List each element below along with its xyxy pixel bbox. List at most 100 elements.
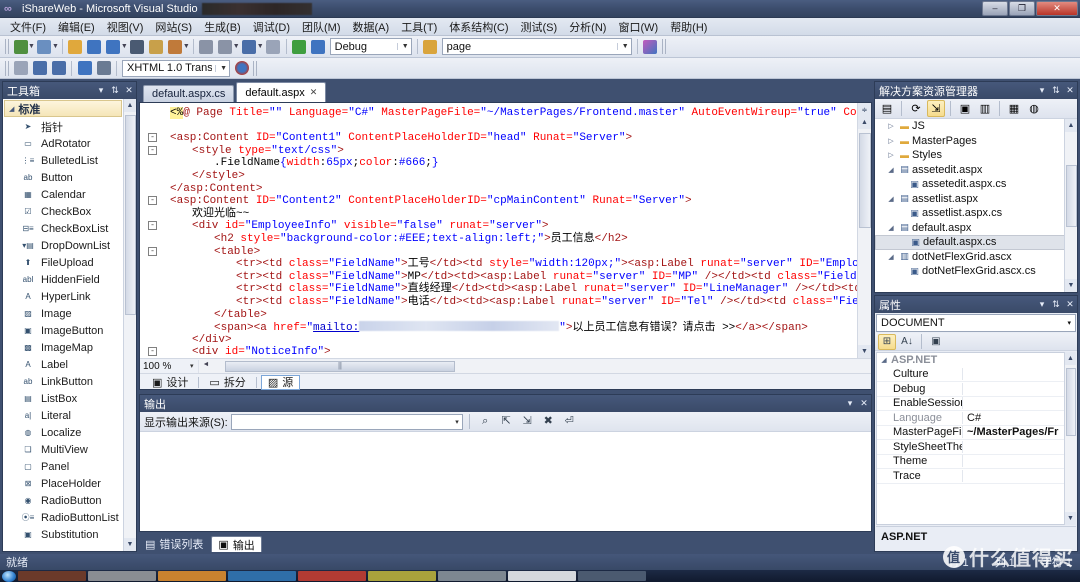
start-orb-icon[interactable] [2, 570, 16, 582]
toolbox-item-adrotator[interactable]: ▭ AdRotator [3, 135, 136, 152]
zoom-level-value[interactable]: 100 % [140, 361, 190, 372]
taskbar-item-5[interactable] [298, 571, 366, 581]
split-editor-icon[interactable]: ≑ [858, 103, 871, 116]
menu-item-7[interactable]: 数据(A) [347, 17, 396, 37]
property-pages-icon[interactable]: ▣ [927, 334, 945, 350]
expander-icon[interactable]: ◢ [885, 224, 897, 232]
scrollbar-thumb[interactable] [1066, 165, 1077, 227]
editor-horizontal-scrollbar[interactable]: ◄ [197, 359, 871, 373]
fold-toggle-icon[interactable]: - [148, 196, 157, 206]
scroll-up-icon[interactable]: ▲ [124, 99, 136, 112]
solution-configuration-combo[interactable]: Debug ▼ [329, 38, 412, 55]
toolbox-item-image[interactable]: ▨ Image [3, 305, 136, 322]
nest-related-files-icon[interactable]: ⇲ [927, 100, 945, 117]
view-in-browser-icon[interactable]: ◍ [1025, 100, 1043, 117]
menu-item-4[interactable]: 生成(B) [198, 17, 247, 37]
toolbar-grip[interactable] [5, 39, 9, 54]
toolbox-item-button[interactable]: ab Button [3, 169, 136, 186]
menu-item-5[interactable]: 调试(D) [247, 17, 296, 37]
validation-icon[interactable] [232, 59, 251, 77]
editor-view-tab-拆分[interactable]: ▭ 拆分 [203, 375, 251, 390]
editor-tab-0[interactable]: default.aspx.cs [143, 85, 235, 102]
toggle-word-wrap-icon[interactable]: ⏎ [560, 413, 579, 431]
source-code-text[interactable]: <%@ Page Title="" Language="C#" MasterPa… [140, 103, 857, 358]
toolbar-overflow[interactable] [253, 60, 257, 76]
taskbar-item-6[interactable] [368, 571, 436, 581]
menu-item-0[interactable]: 文件(F) [4, 17, 52, 37]
toolbox-item-radiobutton[interactable]: ◉ RadioButton [3, 492, 136, 509]
save-all-icon[interactable] [104, 38, 123, 56]
open-file-icon[interactable] [66, 38, 85, 56]
pin-icon[interactable]: ⇅ [1049, 85, 1063, 96]
property-row-Culture[interactable]: Culture [877, 368, 1075, 382]
toolbox-item-panel[interactable]: ▢ Panel [3, 458, 136, 475]
minimize-button[interactable]: – [982, 1, 1008, 16]
toolbox-item-substitution[interactable]: ▣ Substitution [3, 526, 136, 543]
editor-tab-1[interactable]: default.aspx ✕ [236, 82, 327, 102]
scroll-down-icon[interactable]: ▼ [1065, 512, 1076, 525]
properties-object-combo[interactable]: DOCUMENT ▾ [876, 314, 1076, 332]
solution-item-assetlist.aspx.cs[interactable]: ▣ assetlist.aspx.cs [875, 206, 1077, 221]
menu-item-8[interactable]: 工具(T) [395, 17, 443, 37]
solution-item-assetlist.aspx[interactable]: ◢ ▤ assetlist.aspx [875, 192, 1077, 207]
taskbar-item-9[interactable] [578, 571, 646, 581]
scroll-up-icon[interactable]: ▲ [1065, 119, 1077, 132]
solution-explorer-scrollbar[interactable]: ▲ ▼ [1064, 119, 1077, 292]
view-code-icon[interactable]: ▥ [976, 100, 994, 117]
scrollbar-thumb[interactable] [1066, 368, 1076, 436]
toggle-bookmark-icon[interactable] [75, 59, 94, 77]
toolbox-item-multiview[interactable]: ❏ MultiView [3, 441, 136, 458]
editor-view-tab-设计[interactable]: ▣ 设计 [146, 375, 194, 390]
start-without-debug-icon[interactable] [309, 38, 328, 56]
redo-icon[interactable] [216, 38, 235, 56]
expander-icon[interactable]: ▷ [885, 122, 897, 130]
cut-icon[interactable] [128, 38, 147, 56]
menu-item-11[interactable]: 分析(N) [563, 17, 612, 37]
solution-item-assetedit.aspx[interactable]: ◢ ▤ assetedit.aspx [875, 163, 1077, 178]
toolbox-item-fileupload[interactable]: ⬆ FileUpload [3, 254, 136, 271]
comment-icon[interactable] [264, 38, 283, 56]
start-debug-icon[interactable] [290, 38, 309, 56]
toolbox-item-dropdownlist[interactable]: ▾▤ DropDownList [3, 237, 136, 254]
toolbox-item-localize[interactable]: ◍ Localize [3, 424, 136, 441]
view-designer-icon[interactable]: ▦ [1005, 100, 1023, 117]
menu-item-10[interactable]: 测试(S) [515, 17, 564, 37]
close-icon[interactable]: ✕ [1063, 299, 1077, 310]
property-row-MasterPageFile[interactable]: MasterPageFile ~/MasterPages/Fr [877, 426, 1075, 440]
toolbar-overflow[interactable] [661, 39, 666, 54]
new-project-icon[interactable] [35, 38, 54, 56]
output-source-combo[interactable]: ▾ [230, 413, 463, 430]
scrollbar-thumb[interactable] [224, 360, 455, 372]
solution-item-dotNetFlexGrid.ascx.cs[interactable]: ▣ dotNetFlexGrid.ascx.cs [875, 264, 1077, 279]
properties-scrollbar[interactable]: ▲ ▼ [1064, 352, 1076, 525]
start-page-combo[interactable]: page ▼ [441, 38, 632, 55]
navigate-back-icon[interactable] [11, 38, 30, 56]
build-icon[interactable] [240, 38, 259, 56]
go-to-next-icon[interactable]: ⇲ [518, 413, 537, 431]
toolbox-item-hyperlink[interactable]: A HyperLink [3, 288, 136, 305]
toolbox-item-checkboxlist[interactable]: ⊟≡ CheckBoxList [3, 220, 136, 237]
scrollbar-thumb[interactable] [125, 115, 136, 315]
toolbox-item-radiobuttonlist[interactable]: ⦿≡ RadioButtonList [3, 509, 136, 526]
toolbox-scrollbar[interactable]: ▲ ▼ [123, 99, 136, 551]
go-to-previous-icon[interactable]: ⇱ [497, 413, 516, 431]
properties-window-icon[interactable]: ▤ [878, 100, 896, 117]
menu-item-2[interactable]: 视图(V) [101, 17, 150, 37]
fold-toggle-icon[interactable]: - [148, 133, 157, 143]
solution-item-default.aspx.cs[interactable]: ▣ default.aspx.cs [875, 235, 1077, 250]
menu-item-13[interactable]: 帮助(H) [664, 17, 713, 37]
menu-item-9[interactable]: 体系结构(C) [443, 17, 514, 37]
toolbox-item-literal[interactable]: a| Literal [3, 407, 136, 424]
fold-toggle-icon[interactable]: - [148, 347, 157, 357]
paste-icon[interactable] [166, 38, 185, 56]
solution-item-JS[interactable]: ▷ ▬ JS [875, 119, 1077, 134]
scroll-down-icon[interactable]: ▼ [1065, 279, 1077, 292]
menu-item-3[interactable]: 网站(S) [149, 17, 198, 37]
editor-view-tab-源[interactable]: ▨ 源 [260, 374, 301, 390]
menu-item-6[interactable]: 团队(M) [296, 17, 347, 37]
close-icon[interactable]: ✕ [857, 398, 871, 409]
comment-selection-icon[interactable] [94, 59, 113, 77]
property-value[interactable]: ~/MasterPages/Fr [963, 426, 1075, 438]
close-icon[interactable]: ✕ [1063, 85, 1077, 96]
menu-item-12[interactable]: 窗口(W) [612, 17, 664, 37]
